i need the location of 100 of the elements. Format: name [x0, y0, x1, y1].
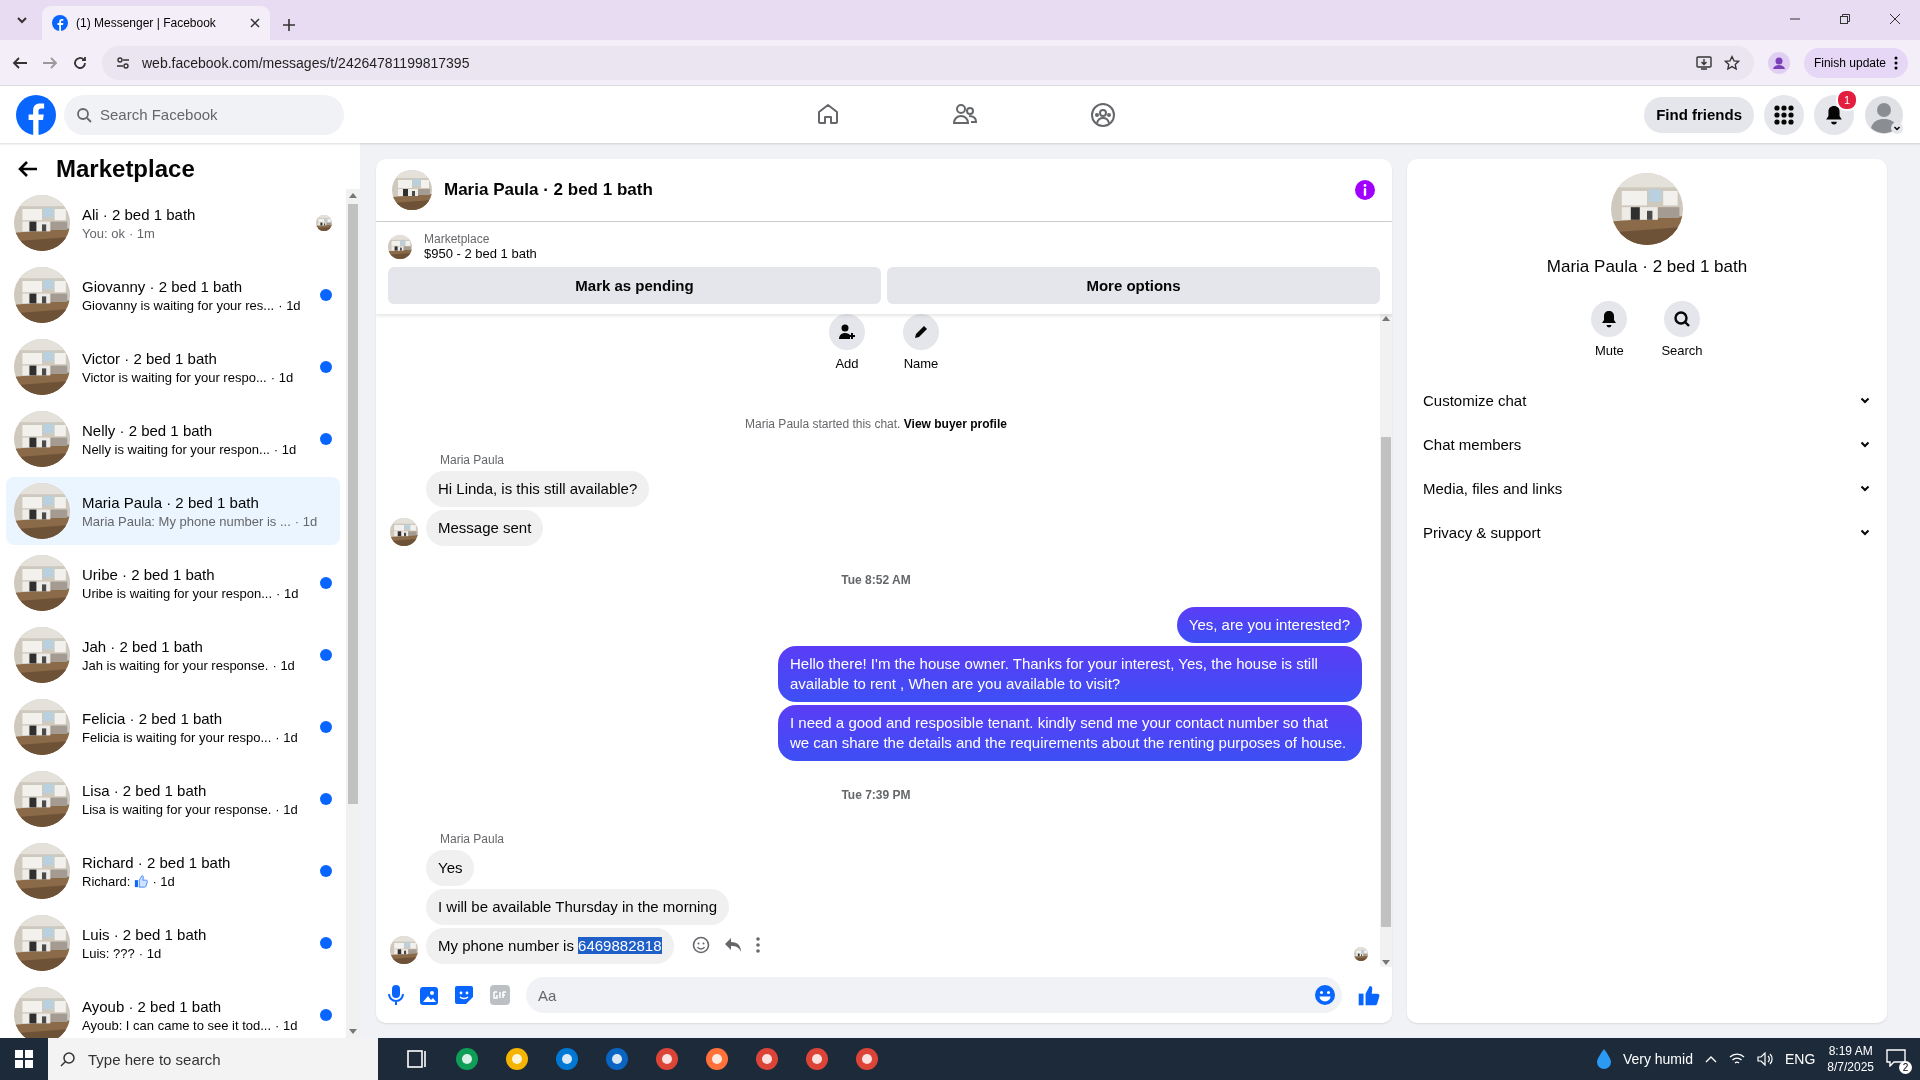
groups-icon[interactable]: [1090, 101, 1116, 128]
reload-icon[interactable]: [72, 54, 88, 71]
facebook-logo-icon[interactable]: [16, 94, 56, 135]
home-icon[interactable]: [816, 101, 840, 126]
chat-start-notice: Maria Paula started this chat. View buyer profile: [744, 417, 1008, 431]
wifi-icon[interactable]: [1728, 1052, 1745, 1066]
message-time: · 1d: [278, 297, 301, 313]
chevron-up-icon[interactable]: [1704, 1055, 1717, 1063]
menu-button[interactable]: [1764, 94, 1804, 135]
section-header[interactable]: Privacy & support: [1415, 510, 1879, 554]
grid-icon: [1774, 104, 1794, 125]
conversation-item[interactable]: Victor · 2 bed 1 bath Victor is waiting for your respo... · 1d: [6, 333, 340, 401]
message-time: · 1d: [275, 801, 298, 817]
close-icon[interactable]: [1890, 14, 1900, 24]
scroll-up-icon[interactable]: [1382, 316, 1390, 321]
conversation-item[interactable]: Giovanny · 2 bed 1 bath Giovanny is waiting for your res... · 1d: [6, 261, 340, 329]
taskbar-app-icon[interactable]: [654, 1046, 680, 1072]
action-button[interactable]: More options: [887, 267, 1380, 304]
message-time: · 1d: [275, 1017, 298, 1033]
message-bubble: Yes, are you interested?: [1176, 607, 1362, 643]
message-bubble: Hello there! I'm the house owner. Thanks for your interest, Yes, the house is still available to rent , When are you available to visit?: [778, 646, 1362, 702]
conversation-name: Maria Paula · 2 bed 1 bath: [82, 493, 260, 511]
scroll-up-icon[interactable]: [349, 193, 357, 198]
sticker-icon[interactable]: [454, 985, 474, 1005]
weather-text[interactable]: Very humid: [1622, 1051, 1693, 1067]
clock[interactable]: 8:19 AM 8/7/2025: [1827, 1043, 1874, 1075]
conversation-name: Nelly · 2 bed 1 bath: [82, 421, 214, 439]
message-time: · 1m: [128, 225, 155, 241]
taskbar-app-icon[interactable]: [754, 1046, 780, 1072]
message-bubble: My phone number is 6469882818: [426, 928, 674, 964]
close-icon[interactable]: [250, 18, 260, 28]
site-settings-icon[interactable]: [116, 55, 130, 70]
search-icon: [76, 106, 92, 123]
message-bubble: Message sent: [426, 510, 544, 546]
message-bubble: Hi Linda, is this still available?: [426, 471, 650, 507]
microphone-icon[interactable]: [388, 985, 404, 1005]
message-bubble: Yes: [426, 850, 475, 886]
message-bubble: I will be available Thursday in the morning: [426, 889, 730, 925]
action-button[interactable]: Mark as pending: [388, 267, 881, 304]
scroll-down-icon[interactable]: [1382, 960, 1390, 965]
thumbs-up-icon[interactable]: [1358, 984, 1380, 1006]
message-input[interactable]: Aa: [526, 977, 1342, 1013]
taskbar-app-icon[interactable]: [604, 1046, 630, 1072]
reply-icon[interactable]: [723, 937, 742, 953]
back-arrow-icon[interactable]: [18, 160, 38, 178]
conversation-item[interactable]: Richard · 2 bed 1 bath Richard: · 1d: [6, 837, 340, 905]
windows-logo-icon[interactable]: [15, 1050, 33, 1068]
message-time: · 1d: [275, 729, 298, 745]
section-header[interactable]: Customize chat: [1415, 378, 1879, 422]
taskbar-app-icon[interactable]: [554, 1046, 580, 1072]
info-icon[interactable]: [1354, 179, 1376, 201]
conversation-item[interactable]: Jah · 2 bed 1 bath Jah is waiting for your response. · 1d: [6, 621, 340, 689]
smiley-icon[interactable]: [691, 936, 710, 954]
conversation-name: Richard · 2 bed 1 bath: [82, 853, 232, 871]
bell-icon: [1600, 310, 1619, 328]
section-header[interactable]: Media, files and links: [1415, 466, 1879, 510]
profile-icon[interactable]: [1767, 51, 1790, 74]
message-time: · 1d: [270, 369, 294, 385]
back-icon[interactable]: [12, 54, 28, 71]
language-indicator[interactable]: ENG: [1784, 1051, 1816, 1067]
message-preview: Uribe is waiting for your respon...: [82, 585, 273, 601]
image-icon[interactable]: [420, 985, 438, 1005]
conversation-name: Lisa · 2 bed 1 bath: [82, 781, 208, 799]
conversation-item[interactable]: Felicia · 2 bed 1 bath Felicia is waiting for your respo... · 1d: [6, 693, 340, 761]
message-bubble: I need a good and resposible tenant. kindly send me your contact number so that we can share the details and the requirements about the renting purposes of house.: [778, 705, 1362, 761]
unread-dot: [320, 937, 332, 949]
browser-tab[interactable]: (1) Messenger | Facebook: [42, 6, 270, 40]
speaker-icon[interactable]: [1756, 1052, 1773, 1066]
taskbar-app-icon[interactable]: [804, 1046, 830, 1072]
install-icon[interactable]: [1695, 54, 1712, 71]
scroll-down-icon[interactable]: [349, 1029, 357, 1034]
friends-icon[interactable]: [952, 101, 978, 126]
account-avatar-icon[interactable]: [1864, 94, 1904, 135]
restore-icon[interactable]: [1840, 14, 1850, 24]
star-icon[interactable]: [1723, 54, 1740, 71]
finish-update-button[interactable]: Finish update: [1803, 47, 1908, 78]
more-icon[interactable]: [755, 937, 760, 953]
scrollbar-thumb[interactable]: [1381, 437, 1391, 927]
message-time: · 1d: [276, 585, 299, 601]
search-field[interactable]: Search Facebook: [64, 94, 344, 135]
view-profile-link[interactable]: View buyer profile: [903, 417, 1007, 431]
taskbar-search-field[interactable]: Type here to search: [48, 1038, 378, 1080]
unread-dot: [320, 793, 332, 805]
taskbar-app-icon[interactable]: [454, 1046, 480, 1072]
taskbar-app-icon[interactable]: [854, 1046, 880, 1072]
section-header[interactable]: Chat members: [1415, 422, 1879, 466]
find-friends-button[interactable]: Find friends: [1644, 96, 1754, 133]
taskbar-app-icon[interactable]: [704, 1046, 730, 1072]
conversation-item[interactable]: Nelly · 2 bed 1 bath Nelly is waiting for your respon... · 1d: [6, 405, 340, 473]
conversation-name: Uribe · 2 bed 1 bath: [82, 565, 216, 583]
tab-list-icon[interactable]: [16, 14, 28, 26]
address-bar[interactable]: web.facebook.com/messages/t/24264781199817395: [102, 45, 1754, 80]
conversation-item[interactable]: Ali · 2 bed 1 bath You: ok · 1m: [6, 189, 340, 257]
conversation-item[interactable]: Uribe · 2 bed 1 bath Uribe is waiting for your respon... · 1d: [6, 549, 340, 617]
taskbar-app-icon[interactable]: [504, 1046, 530, 1072]
conversation-item[interactable]: Maria Paula · 2 bed 1 bath Maria Paula: My phone number is ... · 1d: [6, 477, 340, 545]
conversation-item[interactable]: Lisa · 2 bed 1 bath Lisa is waiting for your response. · 1d: [6, 765, 340, 833]
conversation-item[interactable]: Luis · 2 bed 1 bath Luis: ??? · 1d: [6, 909, 340, 977]
emoji-icon[interactable]: [1314, 984, 1336, 1006]
scrollbar-thumb[interactable]: [348, 204, 358, 804]
